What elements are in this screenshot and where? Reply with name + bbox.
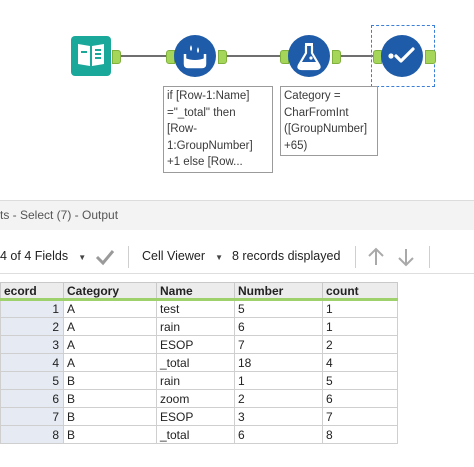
chevron-down-icon: ▼ — [71, 253, 87, 262]
category-cell[interactable]: A — [63, 299, 157, 318]
flask-formula-icon — [295, 41, 323, 71]
record-number-cell: 7 — [0, 407, 64, 426]
column-header-record[interactable]: ecord — [0, 282, 64, 301]
count-cell[interactable]: 1 — [322, 299, 398, 318]
output-anchor[interactable] — [218, 50, 227, 64]
column-header-count[interactable]: count — [322, 282, 398, 301]
output-anchor[interactable] — [332, 50, 341, 64]
record-number-cell: 4 — [0, 353, 64, 372]
connection-line — [340, 55, 374, 57]
toolbar-divider — [355, 246, 356, 268]
chevron-down-icon: ▼ — [208, 253, 224, 262]
column-header-name[interactable]: Name — [156, 282, 235, 301]
toolbar-divider — [128, 246, 129, 268]
name-cell[interactable]: _total — [156, 353, 235, 372]
output-anchor[interactable] — [425, 50, 436, 64]
grid-header-row: ecord Category Name Number count — [0, 282, 398, 301]
checkmark-select-icon — [387, 46, 417, 66]
number-cell[interactable]: 3 — [234, 407, 323, 426]
count-cell[interactable]: 1 — [322, 317, 398, 336]
number-cell[interactable]: 7 — [234, 335, 323, 354]
count-cell[interactable]: 4 — [322, 353, 398, 372]
number-cell[interactable]: 6 — [234, 425, 323, 444]
formula-annotation: Category = CharFromInt ([GroupNumber] +6… — [280, 86, 378, 156]
record-number-cell: 3 — [0, 335, 64, 354]
results-pane-header: ts - Select (7) - Output — [0, 200, 474, 230]
count-cell[interactable]: 6 — [322, 389, 398, 408]
number-cell[interactable]: 6 — [234, 317, 323, 336]
record-number-cell: 2 — [0, 317, 64, 336]
category-cell[interactable]: A — [63, 353, 157, 372]
name-cell[interactable]: _total — [156, 425, 235, 444]
table-row[interactable]: 7 B ESOP 3 7 — [0, 407, 398, 426]
record-number-cell: 1 — [0, 299, 64, 318]
count-cell[interactable]: 8 — [322, 425, 398, 444]
table-row[interactable]: 4 A _total 18 4 — [0, 353, 398, 372]
category-cell[interactable]: A — [63, 335, 157, 354]
arrow-up-icon[interactable] — [366, 240, 386, 273]
number-cell[interactable]: 1 — [234, 371, 323, 390]
count-cell[interactable]: 2 — [322, 335, 398, 354]
category-cell[interactable]: B — [63, 425, 157, 444]
table-row[interactable]: 8 B _total 6 8 — [0, 425, 398, 444]
cell-viewer-dropdown[interactable]: Cell Viewer ▼ — [142, 240, 223, 273]
connection-line — [226, 55, 286, 57]
name-cell[interactable]: rain — [156, 317, 235, 336]
table-row[interactable]: 5 B rain 1 5 — [0, 371, 398, 390]
column-header-category[interactable]: Category — [63, 282, 157, 301]
apply-fields-button[interactable] — [95, 240, 115, 273]
checkmark-icon — [95, 250, 115, 276]
workflow-canvas[interactable]: if [Row-1:Name] ="_total" then [Row- 1:G… — [0, 0, 474, 190]
number-cell[interactable]: 18 — [234, 353, 323, 372]
book-input-icon — [76, 40, 106, 73]
select-tool[interactable] — [381, 35, 423, 77]
arrow-down-icon[interactable] — [396, 240, 416, 273]
category-cell[interactable]: B — [63, 371, 157, 390]
records-count-label: 8 records displayed — [232, 249, 341, 263]
results-grid[interactable]: ecord Category Name Number count 1 A tes… — [0, 282, 398, 444]
count-cell[interactable]: 5 — [322, 371, 398, 390]
table-row[interactable]: 3 A ESOP 7 2 — [0, 335, 398, 354]
formula-tool[interactable] — [288, 35, 330, 77]
record-number-cell: 6 — [0, 389, 64, 408]
category-cell[interactable]: B — [63, 389, 157, 408]
fields-label: 4 of 4 Fields — [0, 249, 69, 263]
name-cell[interactable]: ESOP — [156, 407, 235, 426]
cell-viewer-label: Cell Viewer — [142, 249, 205, 263]
name-cell[interactable]: test — [156, 299, 235, 318]
name-cell[interactable]: ESOP — [156, 335, 235, 354]
number-cell[interactable]: 5 — [234, 299, 323, 318]
name-cell[interactable]: rain — [156, 371, 235, 390]
category-cell[interactable]: B — [63, 407, 157, 426]
record-number-cell: 5 — [0, 371, 64, 390]
table-row[interactable]: 1 A test 5 1 — [0, 299, 398, 318]
column-header-number[interactable]: Number — [234, 282, 323, 301]
multi-row-formula-icon — [180, 42, 210, 70]
output-anchor[interactable] — [112, 50, 121, 64]
count-cell[interactable]: 7 — [322, 407, 398, 426]
table-row[interactable]: 2 A rain 6 1 — [0, 317, 398, 336]
number-cell[interactable]: 2 — [234, 389, 323, 408]
category-cell[interactable]: A — [63, 317, 157, 336]
input-data-tool[interactable] — [71, 36, 111, 76]
toolbar-divider — [429, 246, 430, 268]
results-toolbar: 4 of 4 Fields ▼ Cell Viewer ▼ 8 records … — [0, 240, 474, 274]
table-row[interactable]: 6 B zoom 2 6 — [0, 389, 398, 408]
name-cell[interactable]: zoom — [156, 389, 235, 408]
multi-row-formula-annotation: if [Row-1:Name] ="_total" then [Row- 1:G… — [163, 86, 273, 173]
record-number-cell: 8 — [0, 425, 64, 444]
fields-selector[interactable]: 4 of 4 Fields ▼ — [0, 240, 86, 273]
results-title: ts - Select (7) - Output — [0, 208, 119, 222]
multi-row-formula-tool[interactable] — [174, 35, 216, 77]
